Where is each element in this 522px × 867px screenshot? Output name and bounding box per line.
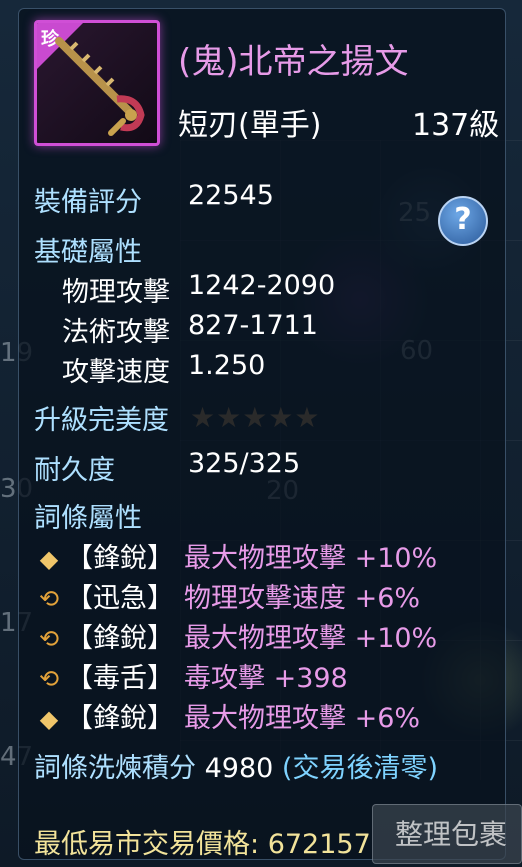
affix-desc: 物理攻擊速度 +6% xyxy=(184,583,421,614)
affix-tag: 【鋒銳】 xyxy=(66,623,174,654)
affix-tag: 【鋒銳】 xyxy=(66,703,174,734)
sort-inventory-button[interactable]: 整理包裹 xyxy=(372,804,522,864)
market-price-value: 672157 xyxy=(267,829,371,860)
item-level: 137級 xyxy=(412,108,500,143)
affix-tag: 【毒舌】 xyxy=(66,663,174,694)
score-label: 裝備評分 xyxy=(34,187,142,218)
affix-section-label: 詞條屬性 xyxy=(34,503,142,534)
swirl-icon: ⟲ xyxy=(38,585,60,613)
stat-value: 1242-2090 xyxy=(188,270,336,301)
durability-value: 325/325 xyxy=(188,448,301,479)
affix-tag: 【迅急】 xyxy=(66,583,174,614)
score-value: 22545 xyxy=(188,180,274,211)
market-price-row: 最低易市交易價格: 672157 xyxy=(34,822,371,861)
stat-value: 1.250 xyxy=(188,350,266,381)
curved-dagger-icon xyxy=(55,37,145,136)
affix-desc: 最大物理攻擊 +6% xyxy=(184,703,421,734)
affix-desc: 毒攻擊 +398 xyxy=(184,663,348,694)
affix-desc: 最大物理攻擊 +10% xyxy=(184,623,438,654)
diamond-icon: ◆ xyxy=(39,545,59,573)
durability-label: 耐久度 xyxy=(34,455,115,486)
perfection-stars: ★★★★★ xyxy=(190,401,321,434)
swirl-icon: ⟲ xyxy=(38,625,60,653)
affix-row: ⟲ 【鋒銳】 最大物理攻擊 +10% xyxy=(34,616,437,655)
refine-note: (交易後清零) xyxy=(281,753,438,784)
affix-tag: 【鋒銳】 xyxy=(66,543,174,574)
refine-row: 詞條洗煉積分 4980 (交易後清零) xyxy=(34,746,438,785)
affix-desc: 最大物理攻擊 +10% xyxy=(184,543,438,574)
affix-row: ⟲ 【迅急】 物理攻擊速度 +6% xyxy=(34,576,420,615)
affix-row: ◆ 【鋒銳】 最大物理攻擊 +6% xyxy=(34,696,420,735)
refine-value: 4980 xyxy=(204,753,274,784)
help-button[interactable]: ? xyxy=(438,196,488,246)
refine-label: 詞條洗煉積分 xyxy=(34,753,196,784)
item-name: (鬼)北帝之揚文 xyxy=(178,42,409,82)
market-price-label: 最低易市交易價格: xyxy=(34,829,260,860)
question-icon: ? xyxy=(454,202,472,237)
item-icon-frame: 珍 xyxy=(34,20,160,146)
affix-row: ◆ 【鋒銳】 最大物理攻擊 +10% xyxy=(34,536,437,575)
item-type: 短刃(單手) xyxy=(178,108,322,143)
affix-row: ⟲ 【毒舌】 毒攻擊 +398 xyxy=(34,656,348,695)
stat-name: 物理攻擊 xyxy=(62,277,170,308)
diamond-icon: ◆ xyxy=(39,705,59,733)
stat-value: 827-1711 xyxy=(188,310,318,341)
swirl-icon: ⟲ xyxy=(38,665,60,693)
stat-name: 法術攻擊 xyxy=(62,317,170,348)
stat-name: 攻擊速度 xyxy=(62,357,170,388)
base-attr-label: 基礎屬性 xyxy=(34,237,142,268)
perfection-label: 升級完美度 xyxy=(34,405,169,436)
